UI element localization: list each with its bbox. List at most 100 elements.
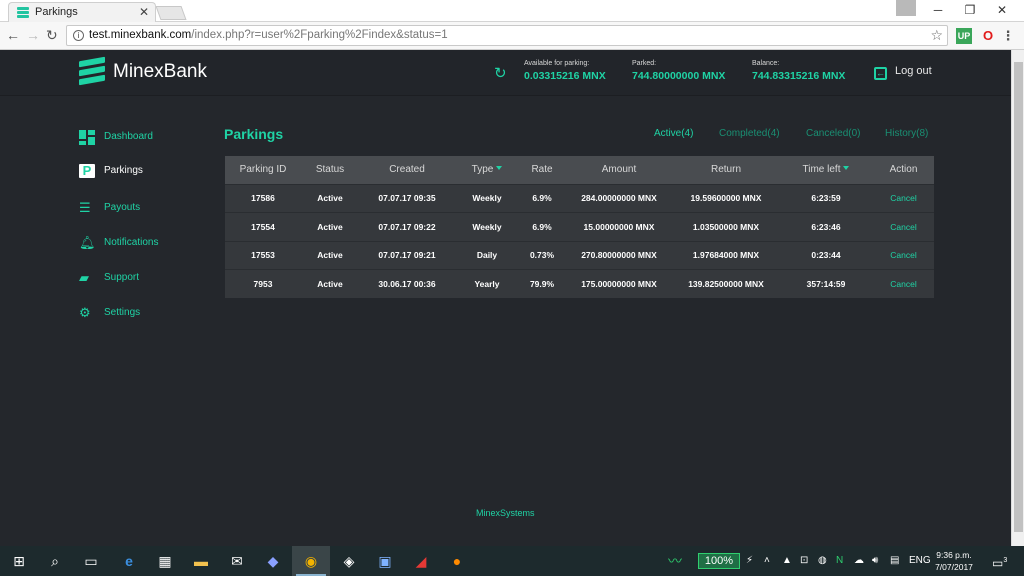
brand-name[interactable]: MinexBank xyxy=(113,61,207,83)
info-icon[interactable]: i xyxy=(73,30,84,41)
balance-value: 744.83315216 MNX xyxy=(752,70,846,82)
language-indicator[interactable]: ENG xyxy=(909,546,931,576)
cell-time-left: 6:23:59 xyxy=(779,183,873,213)
cell-time-left: 357:14:59 xyxy=(779,269,873,298)
system-clock[interactable]: 9:36 p.m. 7/07/2017 xyxy=(933,549,975,573)
sidebar-item-dashboard[interactable]: Dashboard xyxy=(79,130,199,146)
tab-title: Parkings xyxy=(35,6,78,18)
available-label: Available for parking: xyxy=(524,60,590,67)
column-header-type[interactable]: Type xyxy=(455,156,519,184)
tab-canceled[interactable]: Canceled(0) xyxy=(806,128,860,139)
close-window-icon[interactable]: ✕ xyxy=(986,0,1018,22)
reload-icon[interactable]: ↻ xyxy=(46,27,58,44)
cancel-button[interactable]: Cancel xyxy=(873,212,934,241)
cell-rate: 0.73% xyxy=(519,240,565,270)
mail-icon[interactable]: ✉ xyxy=(218,546,256,576)
windows-start-icon[interactable]: ⊞ xyxy=(0,546,38,576)
url-path: /index.php?r=user%2Fparking%2Findex&stat… xyxy=(191,29,448,41)
available-value: 0.03315216 MNX xyxy=(524,70,606,82)
column-header[interactable]: Amount xyxy=(565,156,673,184)
file-explorer-icon[interactable]: ▬ xyxy=(182,546,220,576)
dashboard-icon xyxy=(79,130,95,145)
browser-tab[interactable]: Parkings ✕ xyxy=(8,2,156,22)
list-icon: ☰ xyxy=(79,200,91,215)
activity-monitor-icon[interactable]: 〰 xyxy=(656,546,694,576)
cancel-button[interactable]: Cancel xyxy=(873,183,934,213)
opera-extension-icon[interactable]: O xyxy=(980,28,996,44)
search-icon[interactable]: ⌕ xyxy=(36,546,74,576)
cancel-button[interactable]: Cancel xyxy=(873,240,934,270)
cell-return: 139.82500000 MNX xyxy=(673,269,779,298)
tab-active[interactable]: Active(4) xyxy=(654,128,693,139)
cell-return: 19.59600000 MNX xyxy=(673,183,779,213)
onedrive-icon[interactable]: ☁ xyxy=(854,546,864,576)
footer-link[interactable]: MinexSystems xyxy=(476,508,535,518)
app-stack-icon[interactable]: ◈ xyxy=(330,546,368,576)
balance-label: Balance: xyxy=(752,60,780,67)
new-tab-button[interactable] xyxy=(155,6,187,20)
extension-up-icon[interactable]: UP xyxy=(956,28,972,44)
forward-icon[interactable]: → xyxy=(26,27,40,43)
logout-label: Log out xyxy=(895,65,932,77)
cell-created: 07.07.17 09:21 xyxy=(359,240,455,270)
close-tab-icon[interactable]: ✕ xyxy=(139,5,149,19)
firefox-icon[interactable]: ● xyxy=(438,546,476,576)
sidebar-item-parkings[interactable]: P Parkings xyxy=(79,164,199,180)
task-view-icon[interactable]: ▭ xyxy=(72,546,110,576)
tab-completed[interactable]: Completed(4) xyxy=(719,128,780,139)
bookmark-star-icon[interactable]: ☆ xyxy=(930,27,943,44)
restore-icon[interactable]: ❐ xyxy=(954,0,986,22)
scrollbar-thumb[interactable] xyxy=(1014,62,1023,532)
tab-history[interactable]: History(8) xyxy=(885,128,928,139)
tray-shield-icon[interactable]: ◍ xyxy=(818,546,827,576)
cell-parking-id: 17553 xyxy=(225,240,301,270)
back-icon[interactable]: ← xyxy=(6,27,20,43)
network-app-icon[interactable]: ▣ xyxy=(366,546,404,576)
cell-type: Daily xyxy=(455,240,519,270)
cell-rate: 6.9% xyxy=(519,212,565,241)
sidebar-item-support[interactable]: ▰ Support xyxy=(79,271,199,287)
cell-parking-id: 17586 xyxy=(225,183,301,213)
column-header-time-left[interactable]: Time left xyxy=(779,156,873,184)
minexbank-logo[interactable] xyxy=(79,56,105,86)
column-header[interactable]: Parking ID xyxy=(225,156,301,184)
sidebar-item-settings[interactable]: ⚙ Settings xyxy=(79,306,199,322)
cancel-button[interactable]: Cancel xyxy=(873,269,934,298)
cell-status: Active xyxy=(301,240,359,270)
keyboard-icon[interactable]: ▤ xyxy=(890,546,899,576)
sidebar-item-label: Parkings xyxy=(104,165,143,176)
minimize-icon[interactable]: ─ xyxy=(922,0,954,22)
tray-device-icon[interactable]: ⊡ xyxy=(800,546,808,576)
column-header[interactable]: Status xyxy=(301,156,359,184)
volume-icon[interactable]: 🔊︎ xyxy=(872,546,878,576)
cell-created: 07.07.17 09:35 xyxy=(359,183,455,213)
refresh-icon[interactable]: ↻ xyxy=(494,64,507,82)
menu-icon[interactable]: ⋮ xyxy=(1000,28,1016,44)
battery-indicator[interactable]: 100% xyxy=(698,553,740,569)
profile-icon[interactable] xyxy=(896,0,916,16)
gear-icon: ⚙ xyxy=(79,305,91,320)
ethereum-icon[interactable]: ◆ xyxy=(254,546,292,576)
sidebar-item-payouts[interactable]: ☰ Payouts xyxy=(79,201,199,217)
column-header[interactable]: Rate xyxy=(519,156,565,184)
power-plug-icon[interactable]: ⚡ xyxy=(746,546,753,576)
column-header[interactable]: Return xyxy=(673,156,779,184)
page-scrollbar[interactable] xyxy=(1011,50,1024,546)
table-row: 17553 Active 07.07.17 09:21 Daily 0.73% … xyxy=(225,240,934,270)
tray-n-icon[interactable]: N xyxy=(836,546,843,576)
show-hidden-icons[interactable]: ˄ xyxy=(764,546,770,576)
logout-button[interactable]: ← Log out xyxy=(874,65,932,80)
notifications-icon[interactable]: ▭3 xyxy=(992,546,1007,576)
edge-icon[interactable]: e xyxy=(110,546,148,576)
cell-type: Weekly xyxy=(455,212,519,241)
cell-rate: 6.9% xyxy=(519,183,565,213)
chrome-icon[interactable]: ◉ xyxy=(292,546,330,576)
column-header[interactable]: Created xyxy=(359,156,455,184)
url-input[interactable]: i test.minexbank.com/index.php?r=user%2F… xyxy=(66,25,948,46)
address-bar-row: ← → ↻ i test.minexbank.com/index.php?r=u… xyxy=(0,22,1024,50)
store-icon[interactable]: ▦ xyxy=(146,546,184,576)
acrobat-icon[interactable]: ◢ xyxy=(402,546,440,576)
minexbank-favicon xyxy=(17,7,29,18)
sidebar-item-notifications[interactable]: 🔔︎ Notifications xyxy=(79,236,199,252)
tray-app-icon[interactable]: ▲ xyxy=(782,546,792,576)
